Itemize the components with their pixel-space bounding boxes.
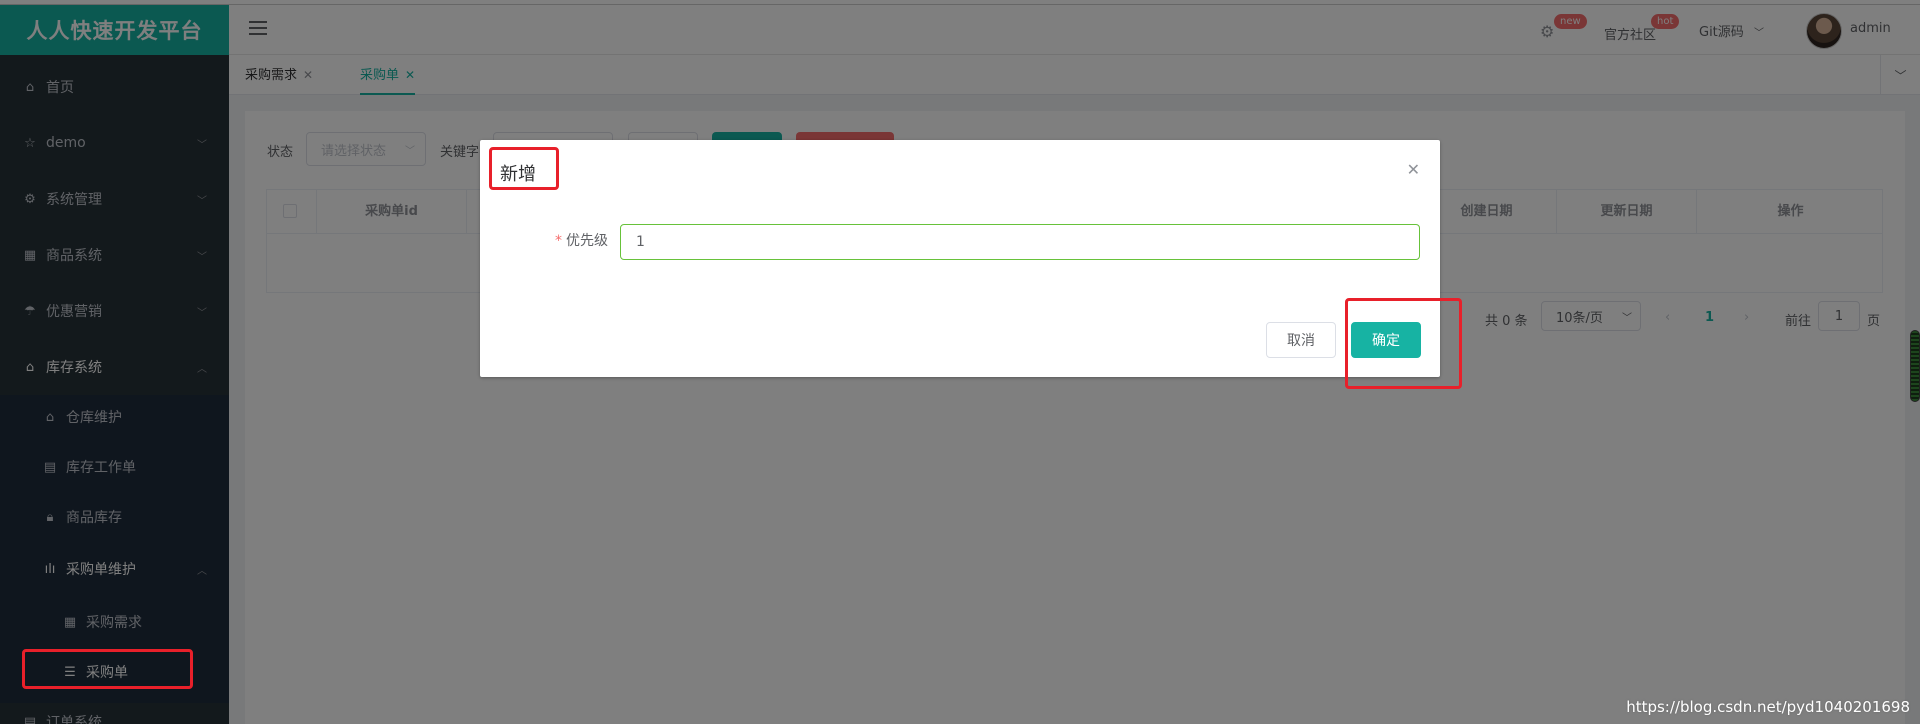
highlight-box-menu bbox=[22, 649, 193, 689]
priority-label-text: 优先级 bbox=[566, 233, 608, 249]
close-icon[interactable]: ✕ bbox=[1407, 160, 1420, 179]
required-marker: * bbox=[555, 233, 562, 249]
highlight-box-title bbox=[489, 147, 559, 190]
cancel-button[interactable]: 取消 bbox=[1266, 322, 1336, 358]
watermark-text: https://blog.csdn.net/pyd1040201698 bbox=[1626, 698, 1910, 716]
priority-label: * 优先级 bbox=[480, 230, 608, 250]
highlight-box-confirm bbox=[1345, 298, 1462, 389]
add-dialog: 新增 ✕ *优先级 取消 确定 bbox=[480, 140, 1440, 377]
priority-input[interactable] bbox=[620, 224, 1420, 260]
